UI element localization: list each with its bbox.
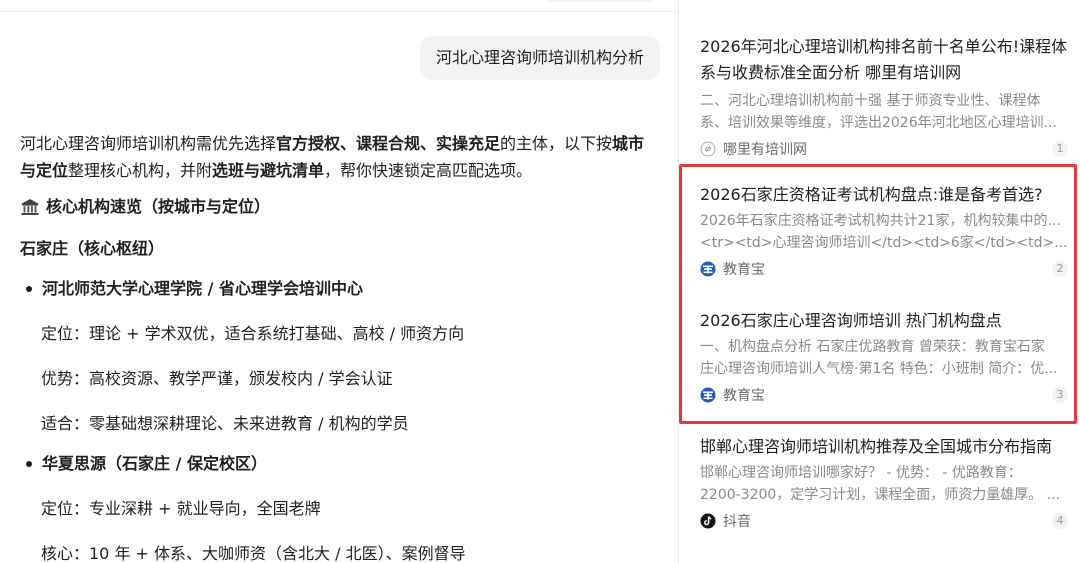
institution-title: 华夏思源（石家庄 / 保定校区） xyxy=(20,452,660,476)
result-snippet: 二、河北心理培训机构前十强 基于师资专业性、课程体 xyxy=(700,93,1041,109)
intro-text: ，帮你快速锁定高匹配选项。 xyxy=(324,161,533,180)
bullet xyxy=(26,461,32,467)
result-snippet: 一、机构盘点分析 石家庄优路教育 曾荣获：教育宝石家 xyxy=(700,339,1045,355)
result-snippet: 系、培训效果等维度，评选出2026年河北地区心理培训... xyxy=(700,115,1057,131)
user-query-bubble: 河北心理咨询师培训机构分析 xyxy=(419,36,660,80)
institution-name: 华夏思源（石家庄 / 保定校区） xyxy=(42,454,267,473)
intro-emphasis: 选班与避坑清单 xyxy=(212,161,325,180)
result-index-badge: 1 xyxy=(1052,141,1068,157)
result-title[interactable]: 2026石家庄资格证考试机构盘点:谁是备考首选? xyxy=(700,182,1068,208)
city-heading: 石家庄（核心枢纽） xyxy=(20,239,165,258)
result-source: 教育宝 2 xyxy=(700,258,1068,280)
section-heading: 核心机构速览（按城市与定位） xyxy=(20,195,660,219)
search-result[interactable]: 2026石家庄资格证考试机构盘点:谁是备考首选? 2026年石家庄资格证考试机构… xyxy=(700,182,1068,280)
douyin-icon xyxy=(700,513,716,529)
result-source: 哪里有培训网 1 xyxy=(700,138,1068,160)
assistant-answer: 河北心理咨询师培训机构需优先选择官方授权、课程合规、实操充足的主体，以下按城市与… xyxy=(20,130,660,563)
result-snippet: 2026年石家庄资格证考试机构共计21家，机构较集中的... xyxy=(700,213,1061,229)
chat-panel: 河北心理咨询师培训机构分析 河北心理咨询师培训机构需优先选择官方授权、课程合规、… xyxy=(0,0,678,563)
result-source: 教育宝 3 xyxy=(700,384,1068,406)
classical-building-icon xyxy=(21,199,39,215)
institution-detail: 定位：专业深耕 + 就业导向，全国老牌 xyxy=(41,499,321,518)
intro-text: 河北心理咨询师培训机构需优先选择 xyxy=(20,134,277,153)
bullet xyxy=(26,286,32,292)
intro-emphasis: 官方授权、课程合规、实操充足 xyxy=(276,134,501,153)
result-snippet: 邯郸心理咨询师培训哪家好？ - 优势： - 优路教育： xyxy=(700,465,1022,481)
institution-title: 河北师范大学心理学院 / 省心理学会培训中心 xyxy=(20,277,660,301)
result-title[interactable]: 邯郸心理咨询师培训机构推荐及全国城市分布指南 xyxy=(700,434,1068,460)
result-source-name: 哪里有培训网 xyxy=(723,142,807,158)
institution-detail: 适合：零基础想深耕理论、未来进教育 / 机构的学员 xyxy=(41,414,409,433)
answer-intro: 河北心理咨询师培训机构需优先选择官方授权、课程合规、实操充足的主体，以下按城市与… xyxy=(20,130,660,184)
intro-text: 的主体，以下按 xyxy=(500,134,613,153)
jiaoyubao-icon xyxy=(700,387,716,403)
intro-text: 整理核心机构，并附 xyxy=(68,161,213,180)
result-source-name: 教育宝 xyxy=(723,262,765,278)
result-title[interactable]: 2026年河北心理培训机构排名前十名单公布!课程体系与收费标准全面分析 哪里有培… xyxy=(700,34,1068,86)
search-result[interactable]: 2026石家庄心理咨询师培训 热门机构盘点 一、机构盘点分析 石家庄优路教育 曾… xyxy=(700,308,1068,406)
result-snippet: 庄心理咨询师培训人气榜·第1名 特色：小班制 简介：优... xyxy=(700,361,1058,377)
section-heading-label: 核心机构速览（按城市与定位） xyxy=(46,197,271,216)
result-index-badge: 3 xyxy=(1052,387,1068,403)
result-source-name: 教育宝 xyxy=(723,388,765,404)
result-index-badge: 4 xyxy=(1052,513,1068,529)
panel-divider xyxy=(678,0,679,563)
result-index-badge: 2 xyxy=(1052,261,1068,277)
result-source-name: 抖音 xyxy=(723,514,751,530)
result-source: 抖音 4 xyxy=(700,510,1068,532)
search-result[interactable]: 邯郸心理咨询师培训机构推荐及全国城市分布指南 邯郸心理咨询师培训哪家好？ - 优… xyxy=(700,434,1068,532)
search-result[interactable]: 2026年河北心理培训机构排名前十名单公布!课程体系与收费标准全面分析 哪里有培… xyxy=(700,34,1068,160)
link-icon xyxy=(700,141,716,157)
result-snippet: <tr><td>心理咨询师培训</td><td>6家</td><td>... xyxy=(700,235,1068,251)
institution-detail: 优势：高校资源、教学严谨，颁发校内 / 学会认证 xyxy=(41,369,393,388)
jiaoyubao-icon xyxy=(700,261,716,277)
institution-detail: 核心：10 年 + 体系、大咖师资（含北大 / 北医）、案例督导 xyxy=(41,544,466,563)
result-title[interactable]: 2026石家庄心理咨询师培训 热门机构盘点 xyxy=(700,308,1068,334)
institution-detail: 定位：理论 + 学术双优，适合系统打基础、高校 / 师资方向 xyxy=(41,324,465,343)
result-snippet: 2200-3200，定学习计划，课程全面，师资力量雄厚。 ... xyxy=(700,487,1061,503)
institution-name: 河北师范大学心理学院 / 省心理学会培训中心 xyxy=(42,279,363,298)
